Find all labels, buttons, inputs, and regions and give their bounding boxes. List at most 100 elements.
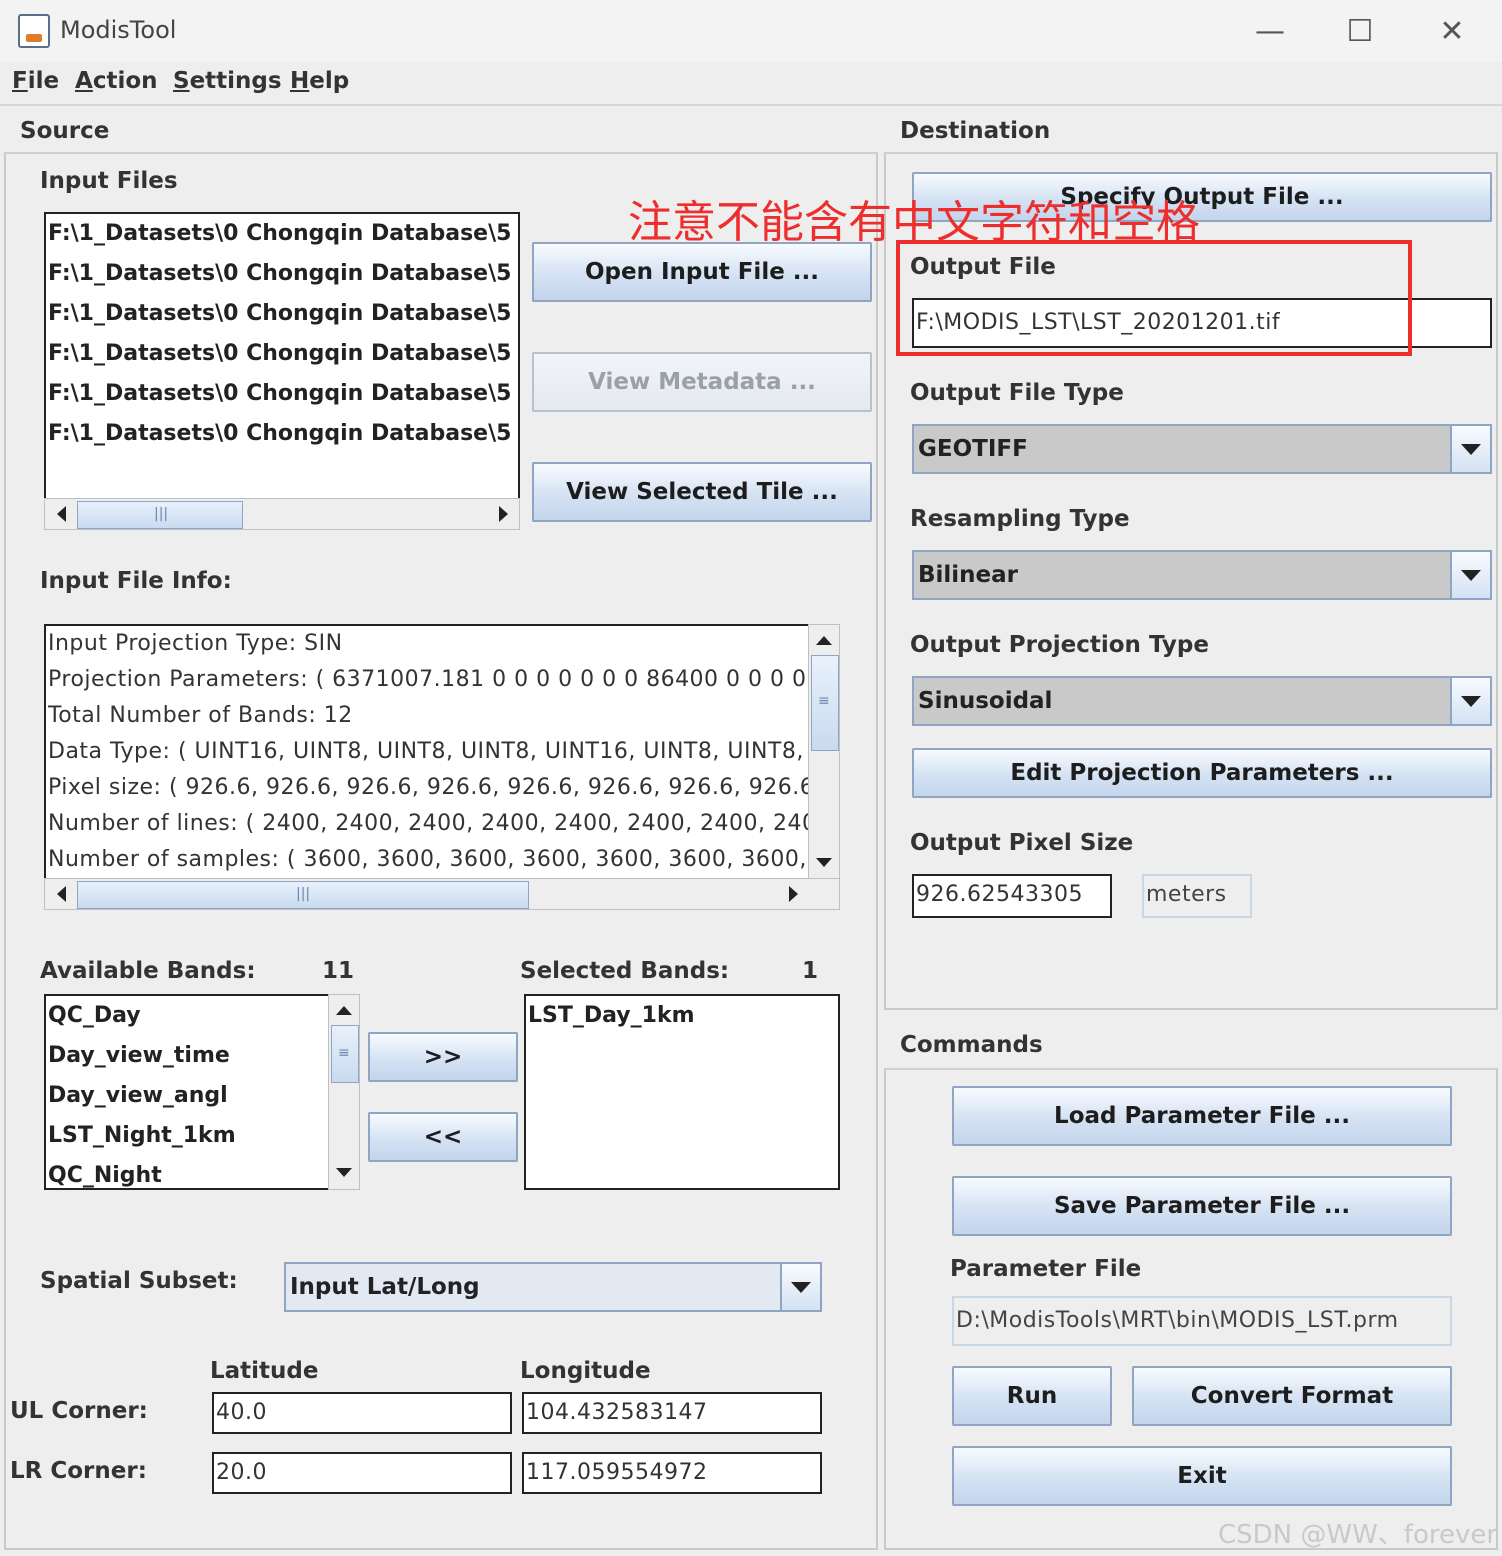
input-files-hscrollbar[interactable]: ||| (44, 498, 520, 530)
annotation-highlight-box (896, 240, 1412, 356)
ul-longitude-input[interactable]: 104.432583147 (522, 1392, 822, 1434)
menu-settings[interactable]: Settings (173, 68, 282, 94)
output-projection-type-select[interactable]: Sinusoidal (912, 676, 1492, 726)
selected-bands-count: 1 (802, 958, 819, 984)
longitude-label: Longitude (520, 1358, 651, 1384)
menu-help-mnemonic: H (290, 68, 310, 94)
parameter-file-input: D:\ModisTools\MRT\bin\MODIS_LST.prm (952, 1296, 1452, 1346)
info-hscrollbar[interactable]: ||| (44, 878, 840, 910)
scroll-down-arrow-icon[interactable] (331, 1159, 357, 1185)
menu-action-label: ction (92, 68, 158, 94)
band-item[interactable]: Day_view_time (46, 1036, 328, 1076)
band-item[interactable]: LST_Night_1km (46, 1116, 328, 1156)
selected-bands-list[interactable]: LST_Day_1km (524, 994, 840, 1190)
lr-corner-label: LR Corner: (10, 1458, 147, 1484)
input-file-item[interactable]: F:\1_Datasets\0 Chongqin Database\5 LST (46, 254, 518, 294)
commands-heading: Commands (900, 1032, 1043, 1058)
open-input-file-button[interactable]: Open Input File ... (532, 242, 872, 302)
output-projection-type-value: Sinusoidal (918, 688, 1053, 714)
menu-file[interactable]: File (12, 68, 59, 94)
band-item[interactable]: QC_Day (46, 996, 328, 1036)
minimize-button[interactable]: — (1240, 12, 1300, 52)
lr-longitude-input[interactable]: 117.059554972 (522, 1452, 822, 1494)
ul-corner-label: UL Corner: (10, 1398, 148, 1424)
add-band-button[interactable]: >> (368, 1032, 518, 1082)
input-file-info-text[interactable]: Input Projection Type: SIN Projection Pa… (44, 624, 810, 880)
chevron-down-icon[interactable] (1450, 552, 1490, 598)
save-parameter-file-button[interactable]: Save Parameter File ... (952, 1176, 1452, 1236)
window-title: ModisTool (60, 16, 177, 44)
info-vscrollbar[interactable]: ≡ (808, 624, 840, 880)
info-line: Total Number of Bands: 12 (48, 703, 353, 728)
info-line: Number of lines: ( 2400, 2400, 2400, 240… (48, 811, 810, 836)
scroll-up-arrow-icon[interactable] (331, 997, 357, 1023)
menu-settings-label: ettings (189, 68, 282, 94)
menu-file-mnemonic: F (12, 68, 28, 94)
lr-latitude-input[interactable]: 20.0 (212, 1452, 512, 1494)
view-selected-tile-button[interactable]: View Selected Tile ... (532, 462, 872, 522)
input-file-info-label: Input File Info: (40, 568, 232, 594)
input-file-item[interactable]: F:\1_Datasets\0 Chongqin Database\5 LST (46, 214, 518, 254)
chevron-down-icon[interactable] (1450, 426, 1490, 472)
menu-help-label: elp (309, 68, 350, 94)
edit-projection-parameters-button[interactable]: Edit Projection Parameters ... (912, 748, 1492, 798)
destination-heading: Destination (900, 118, 1051, 144)
source-heading: Source (20, 118, 110, 144)
info-line: Number of samples: ( 3600, 3600, 3600, 3… (48, 847, 810, 872)
load-parameter-file-button[interactable]: Load Parameter File ... (952, 1086, 1452, 1146)
info-line: Input Projection Type: SIN (48, 631, 343, 656)
menu-action[interactable]: Action (75, 68, 158, 94)
input-files-list[interactable]: F:\1_Datasets\0 Chongqin Database\5 LST … (44, 212, 520, 498)
available-bands-list[interactable]: QC_Day Day_view_time Day_view_angl LST_N… (44, 994, 330, 1190)
band-item[interactable]: QC_Night (46, 1156, 328, 1188)
watermark: CSDN @WW、forever (1218, 1520, 1498, 1550)
info-line: Projection Parameters: ( 6371007.181 0 0… (48, 667, 810, 692)
chevron-down-icon[interactable] (780, 1264, 820, 1310)
bands-vscrollbar[interactable]: ≡ (328, 994, 360, 1190)
chevron-down-icon[interactable] (1450, 678, 1490, 724)
info-line: Pixel size: ( 926.6, 926.6, 926.6, 926.6… (48, 775, 810, 800)
close-button[interactable]: ✕ (1422, 12, 1482, 52)
spatial-subset-select[interactable]: Input Lat/Long (284, 1262, 822, 1312)
maximize-button[interactable]: ☐ (1330, 12, 1390, 52)
menu-action-mnemonic: A (75, 68, 93, 94)
resampling-type-label: Resampling Type (910, 506, 1130, 532)
menu-file-label: ile (27, 68, 60, 94)
run-button[interactable]: Run (952, 1366, 1112, 1426)
input-file-item[interactable]: F:\1_Datasets\0 Chongqin Database\5 LST (46, 374, 518, 414)
remove-band-button[interactable]: << (368, 1112, 518, 1162)
scroll-right-arrow-icon[interactable] (489, 501, 517, 527)
band-item[interactable]: LST_Day_1km (526, 996, 838, 1036)
output-file-type-label: Output File Type (910, 380, 1124, 406)
scroll-right-arrow-icon[interactable] (779, 881, 807, 907)
exit-button[interactable]: Exit (952, 1446, 1452, 1506)
output-pixel-size-label: Output Pixel Size (910, 830, 1134, 856)
output-projection-type-label: Output Projection Type (910, 632, 1209, 658)
info-line: Data Type: ( UINT16, UINT8, UINT8, UINT8… (48, 739, 810, 764)
pixel-size-unit: meters (1142, 874, 1252, 918)
view-metadata-button[interactable]: View Metadata ... (532, 352, 872, 412)
input-file-item[interactable]: F:\1_Datasets\0 Chongqin Database\5 LST (46, 294, 518, 334)
scroll-up-arrow-icon[interactable] (811, 627, 837, 653)
scroll-left-arrow-icon[interactable] (47, 881, 75, 907)
input-file-item[interactable]: F:\1_Datasets\0 Chongqin Database\5 LST (46, 414, 518, 454)
output-pixel-size-input[interactable]: 926.62543305 (912, 874, 1112, 918)
scrollbar-thumb[interactable]: ||| (77, 881, 529, 909)
input-file-item[interactable]: F:\1_Datasets\0 Chongqin Database\5 LST (46, 334, 518, 374)
scroll-down-arrow-icon[interactable] (811, 849, 837, 875)
ul-latitude-input[interactable]: 40.0 (212, 1392, 512, 1434)
output-file-type-select[interactable]: GEOTIFF (912, 424, 1492, 474)
convert-format-button[interactable]: Convert Format (1132, 1366, 1452, 1426)
scrollbar-thumb[interactable]: ≡ (811, 655, 839, 751)
menu-help[interactable]: Help (290, 68, 349, 94)
available-bands-label: Available Bands: (40, 958, 256, 984)
parameter-file-label: Parameter File (950, 1256, 1142, 1282)
scrollbar-thumb[interactable]: ||| (77, 501, 243, 529)
resampling-type-value: Bilinear (918, 562, 1019, 588)
scrollbar-thumb[interactable]: ≡ (331, 1025, 359, 1083)
input-files-label: Input Files (40, 168, 178, 194)
scroll-left-arrow-icon[interactable] (47, 501, 75, 527)
menu-settings-mnemonic: S (173, 68, 190, 94)
band-item[interactable]: Day_view_angl (46, 1076, 328, 1116)
resampling-type-select[interactable]: Bilinear (912, 550, 1492, 600)
